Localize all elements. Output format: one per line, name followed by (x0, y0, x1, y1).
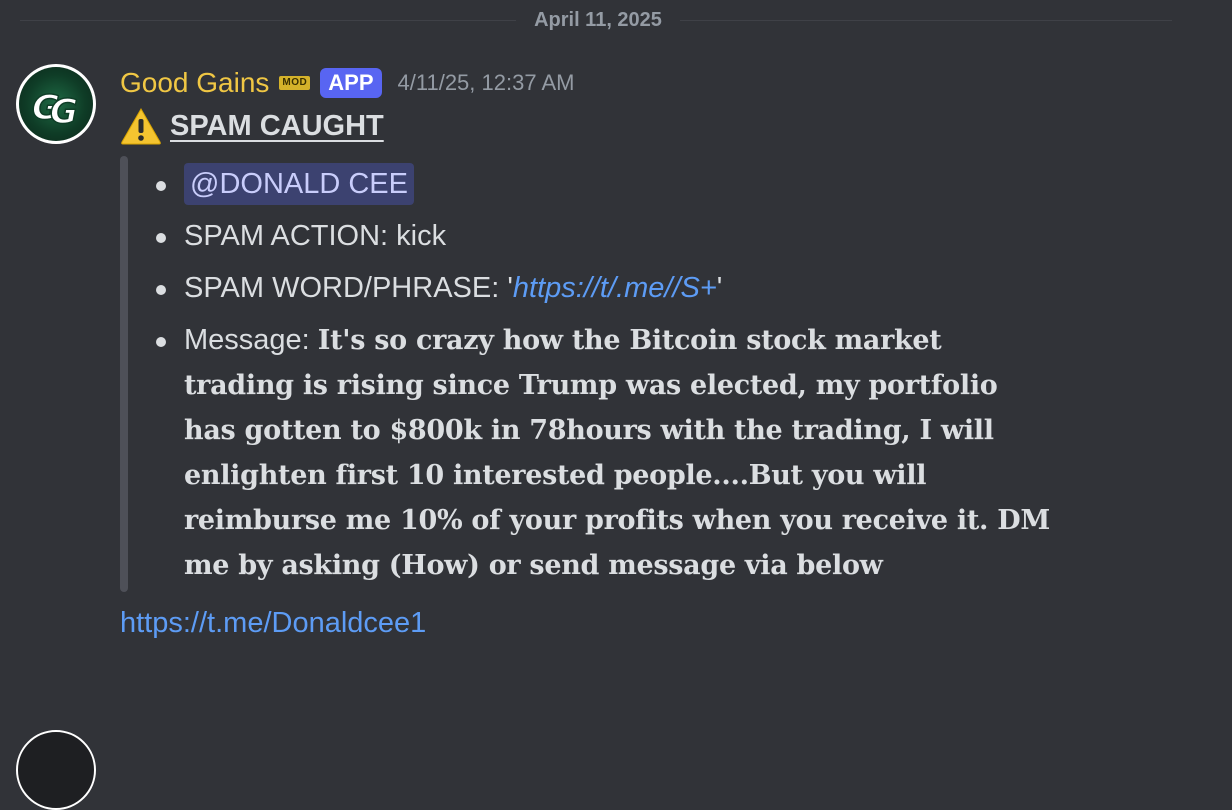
date-divider: April 11, 2025 (0, 0, 1232, 40)
app-badge: APP (320, 68, 382, 98)
date-label: April 11, 2025 (534, 9, 662, 31)
divider-line-right (680, 20, 1172, 21)
message-timestamp: 4/11/25, 12:37 AM (397, 70, 575, 95)
user-mention[interactable]: @DONALD CEE (184, 163, 414, 205)
bullet-dot (156, 181, 166, 191)
bullet-dot (156, 285, 166, 295)
warning-icon (120, 106, 162, 146)
good-gains-logo-icon: G G (19, 67, 93, 141)
next-message-avatar[interactable] (16, 730, 96, 810)
divider-line-left (20, 20, 516, 21)
message-header: Good Gains MOD APP 4/11/25, 12:37 AM (120, 64, 574, 102)
message-label: Message: (184, 324, 318, 356)
author-avatar[interactable]: G G (16, 64, 96, 144)
list-item: Message: It's so crazy how the Bitcoin s… (150, 318, 1054, 588)
quote-close: ' (716, 272, 723, 304)
list-item: SPAM WORD/PHRASE: 'https://t/.me//S+' (150, 266, 1150, 310)
list-item: @DONALD CEE (150, 162, 1150, 206)
spam-phrase-value: https://t/.me//S+ (512, 272, 717, 304)
spam-details-list: @DONALD CEE SPAM ACTION: kick SPAM WORD/… (150, 162, 1150, 596)
blockquote-bar (120, 156, 128, 592)
spam-action-label: SPAM ACTION: (184, 220, 397, 252)
bullet-dot (156, 233, 166, 243)
spam-phrase-label: SPAM WORD/PHRASE: (184, 272, 508, 304)
title-text: SPAM CAUGHT (170, 110, 384, 142)
bullet-dot (156, 337, 166, 347)
message-title: SPAM CAUGHT (120, 106, 384, 146)
telegram-link[interactable]: https://t.me/Donaldcee1 (120, 604, 426, 642)
spam-action-value: kick (396, 220, 447, 252)
list-item: SPAM ACTION: kick (150, 214, 1150, 258)
mod-badge: MOD (279, 76, 311, 90)
spam-message-body: It's so crazy how the Bitcoin stock mark… (184, 325, 1050, 581)
author-name[interactable]: Good Gains (120, 65, 269, 101)
svg-text:G: G (50, 92, 78, 129)
